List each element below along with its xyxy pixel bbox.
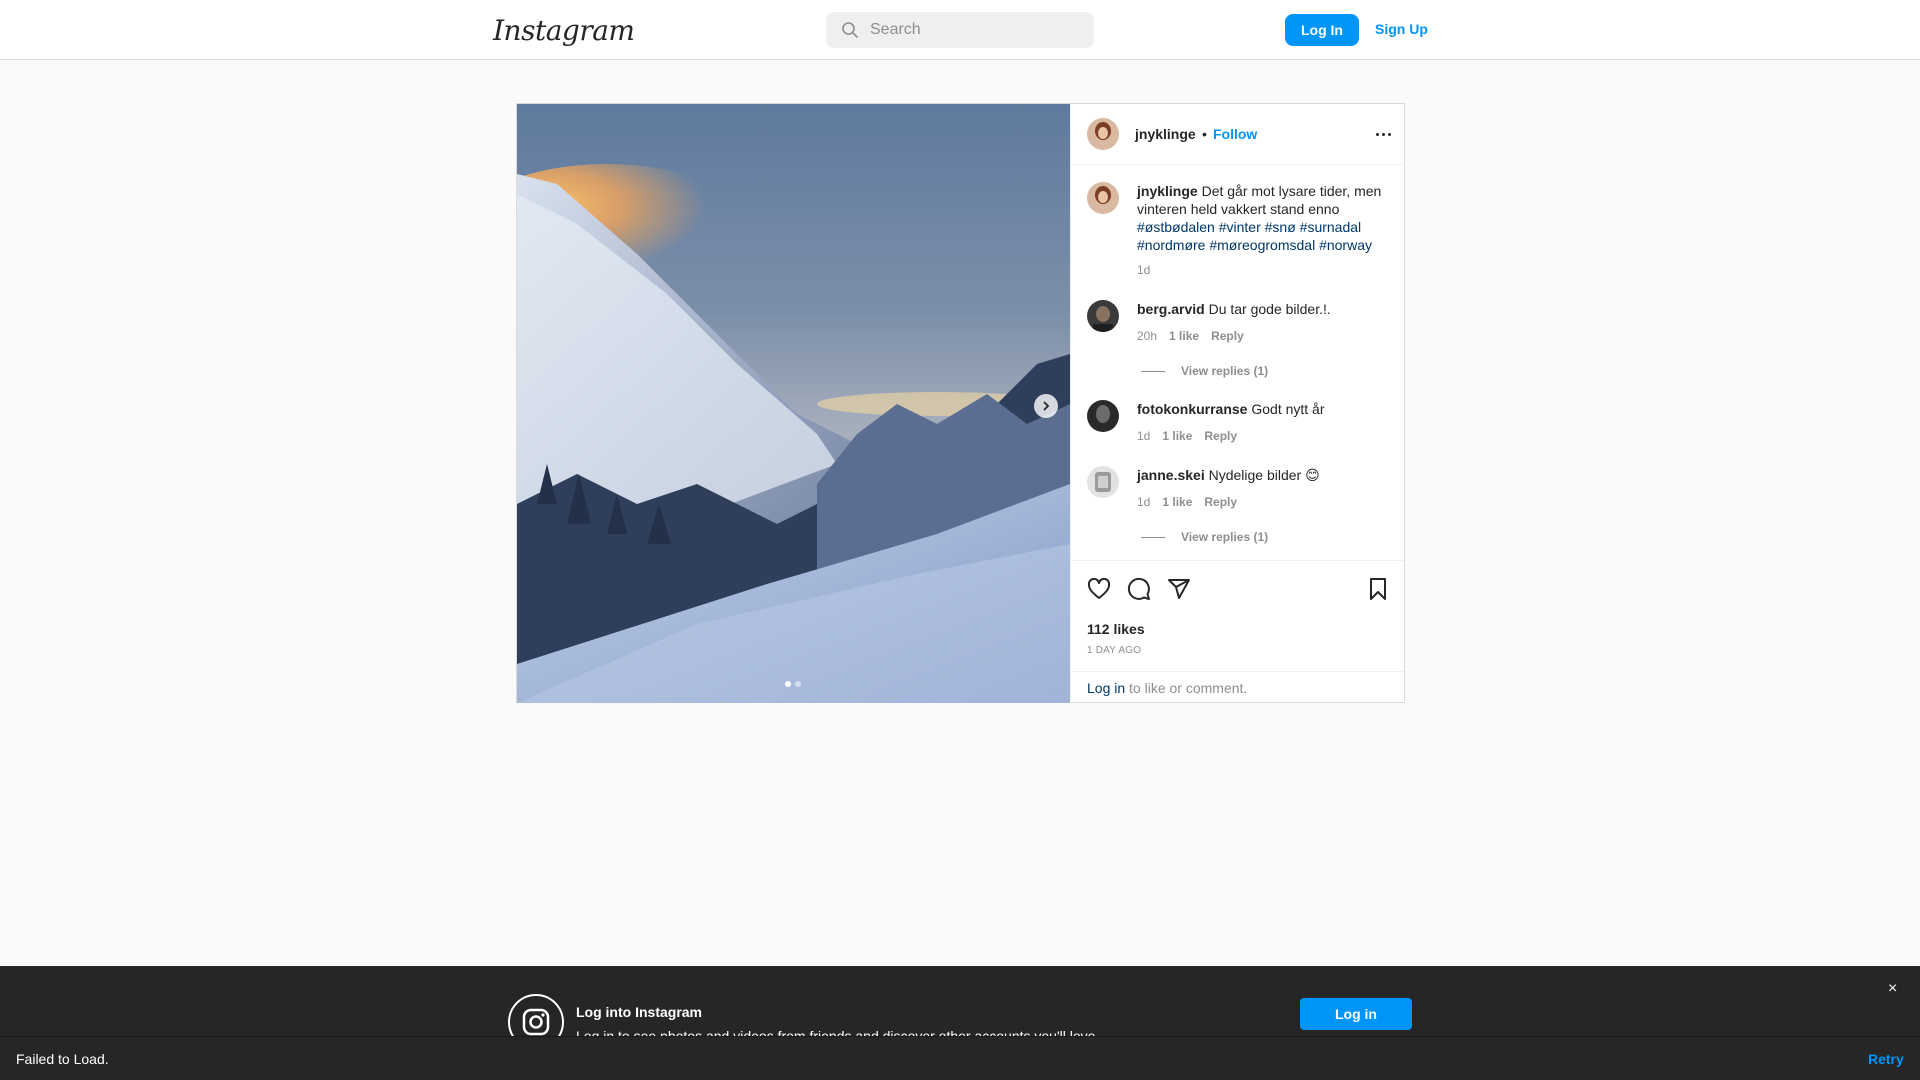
header-separator: • (1202, 126, 1207, 142)
view-replies-label: View replies (1) (1181, 530, 1269, 544)
hashtag[interactable]: #norway (1319, 237, 1372, 253)
comment-username[interactable]: janne.skei (1137, 467, 1205, 483)
comment-meta: 1d 1 like Reply (1137, 429, 1237, 443)
comment-body: Godt nytt år⁣ (1251, 401, 1325, 417)
instagram-logo[interactable]: Instagram (493, 14, 635, 47)
hashtag[interactable]: #nordmøre (1137, 237, 1205, 253)
banner-login-button[interactable]: Log in (1300, 998, 1412, 1030)
post-header: jnyklinge • Follow (1071, 104, 1406, 165)
comment-time: 1d (1137, 429, 1151, 443)
winter-landscape-image (517, 104, 1070, 703)
commenter-avatar[interactable] (1087, 466, 1119, 498)
post-card: jnyklinge • Follow jnyklinge Det går mot… (516, 103, 1406, 703)
error-toast: Failed to Load. Retry (0, 1036, 1920, 1080)
comment-likes[interactable]: 1 like (1162, 495, 1192, 509)
caption-time: 1d (1137, 263, 1151, 277)
view-replies-button[interactable]: View replies (1) (1137, 364, 1268, 378)
search-icon (842, 22, 858, 38)
post-photo[interactable] (517, 104, 1070, 703)
caption-meta: 1d (1137, 263, 1150, 277)
carousel-dot (795, 681, 801, 687)
retry-button[interactable]: Retry (1868, 1051, 1904, 1067)
hashtag[interactable]: #snø (1265, 219, 1296, 235)
caption-avatar[interactable] (1087, 182, 1119, 214)
carousel-next-button[interactable] (1034, 394, 1058, 418)
comment-meta: 1d 1 like Reply (1137, 495, 1237, 509)
comment-text: berg.arvid Du tar gode bilder.!. (1137, 300, 1392, 318)
share-icon[interactable] (1167, 577, 1191, 601)
login-banner: Log into Instagram Log in to see photos … (0, 966, 1920, 1036)
reply-button[interactable]: Reply (1204, 495, 1237, 509)
comment-icon[interactable] (1127, 577, 1151, 601)
caption-username[interactable]: jnyklinge (1137, 183, 1198, 199)
reply-button[interactable]: Reply (1211, 329, 1244, 343)
chevron-right-icon (1043, 401, 1050, 411)
comment-username[interactable]: berg.arvid (1137, 301, 1205, 317)
commenter-avatar[interactable] (1087, 400, 1119, 432)
commenter-avatar[interactable] (1087, 300, 1119, 332)
author-username[interactable]: jnyklinge (1135, 126, 1196, 142)
login-button[interactable]: Log In (1285, 14, 1359, 46)
hashtag[interactable]: #vinter (1219, 219, 1261, 235)
heart-icon[interactable] (1087, 577, 1111, 601)
bookmark-icon[interactable] (1366, 577, 1390, 601)
comment-body: Du tar gode bilder.!. (1208, 301, 1331, 317)
hashtag[interactable]: #møreogromsdal (1209, 237, 1315, 253)
comment-time: 20h (1137, 329, 1158, 343)
comment-meta: 20h 1 like Reply (1137, 329, 1244, 343)
login-prompt-text: to like or comment. (1125, 680, 1248, 696)
close-icon[interactable]: × (1888, 980, 1897, 998)
banner-title: Log into Instagram (576, 1004, 702, 1020)
comment-time: 1d (1137, 495, 1151, 509)
login-prompt: Log in to like or comment. (1071, 671, 1406, 703)
comment-username[interactable]: fotokonkurranse (1137, 401, 1247, 417)
post-timestamp: 1 DAY AGO (1087, 645, 1142, 656)
carousel-dots (785, 681, 801, 687)
view-replies-button[interactable]: View replies (1) (1137, 530, 1268, 544)
instagram-icon (508, 994, 564, 1036)
search-input[interactable] (870, 21, 1070, 39)
search-box[interactable] (826, 12, 1094, 48)
banner-subtitle: Log in to see photos and videos from fri… (576, 1028, 1100, 1036)
comment-body: Nydelige bilder 😊 (1208, 467, 1320, 483)
view-replies-label: View replies (1) (1181, 364, 1269, 378)
post-actions: 112 likes 1 DAY AGO (1071, 560, 1406, 660)
follow-button[interactable]: Follow (1213, 126, 1257, 142)
author-avatar[interactable] (1087, 118, 1119, 150)
post-sidebar: jnyklinge • Follow jnyklinge Det går mot… (1070, 104, 1406, 703)
toast-message: Failed to Load. (16, 1051, 109, 1067)
carousel-dot-active (785, 681, 791, 687)
top-nav: Instagram Log In Sign Up (0, 0, 1920, 60)
comment-text: janne.skei Nydelige bilder 😊 (1137, 466, 1392, 484)
reply-button[interactable]: Reply (1204, 429, 1237, 443)
caption-text: jnyklinge Det går mot lysare tider, men … (1137, 182, 1392, 254)
likes-count[interactable]: 112 likes (1087, 621, 1145, 637)
more-options-icon[interactable] (1371, 124, 1395, 144)
comment-text: fotokonkurranse Godt nytt år⁣ (1137, 400, 1392, 418)
signup-button[interactable]: Sign Up (1375, 21, 1428, 37)
hashtag[interactable]: #surnadal (1300, 219, 1362, 235)
hashtag[interactable]: #østbødalen (1137, 219, 1215, 235)
comment-likes[interactable]: 1 like (1162, 429, 1192, 443)
comment-likes[interactable]: 1 like (1169, 329, 1199, 343)
login-link[interactable]: Log in (1087, 680, 1125, 696)
